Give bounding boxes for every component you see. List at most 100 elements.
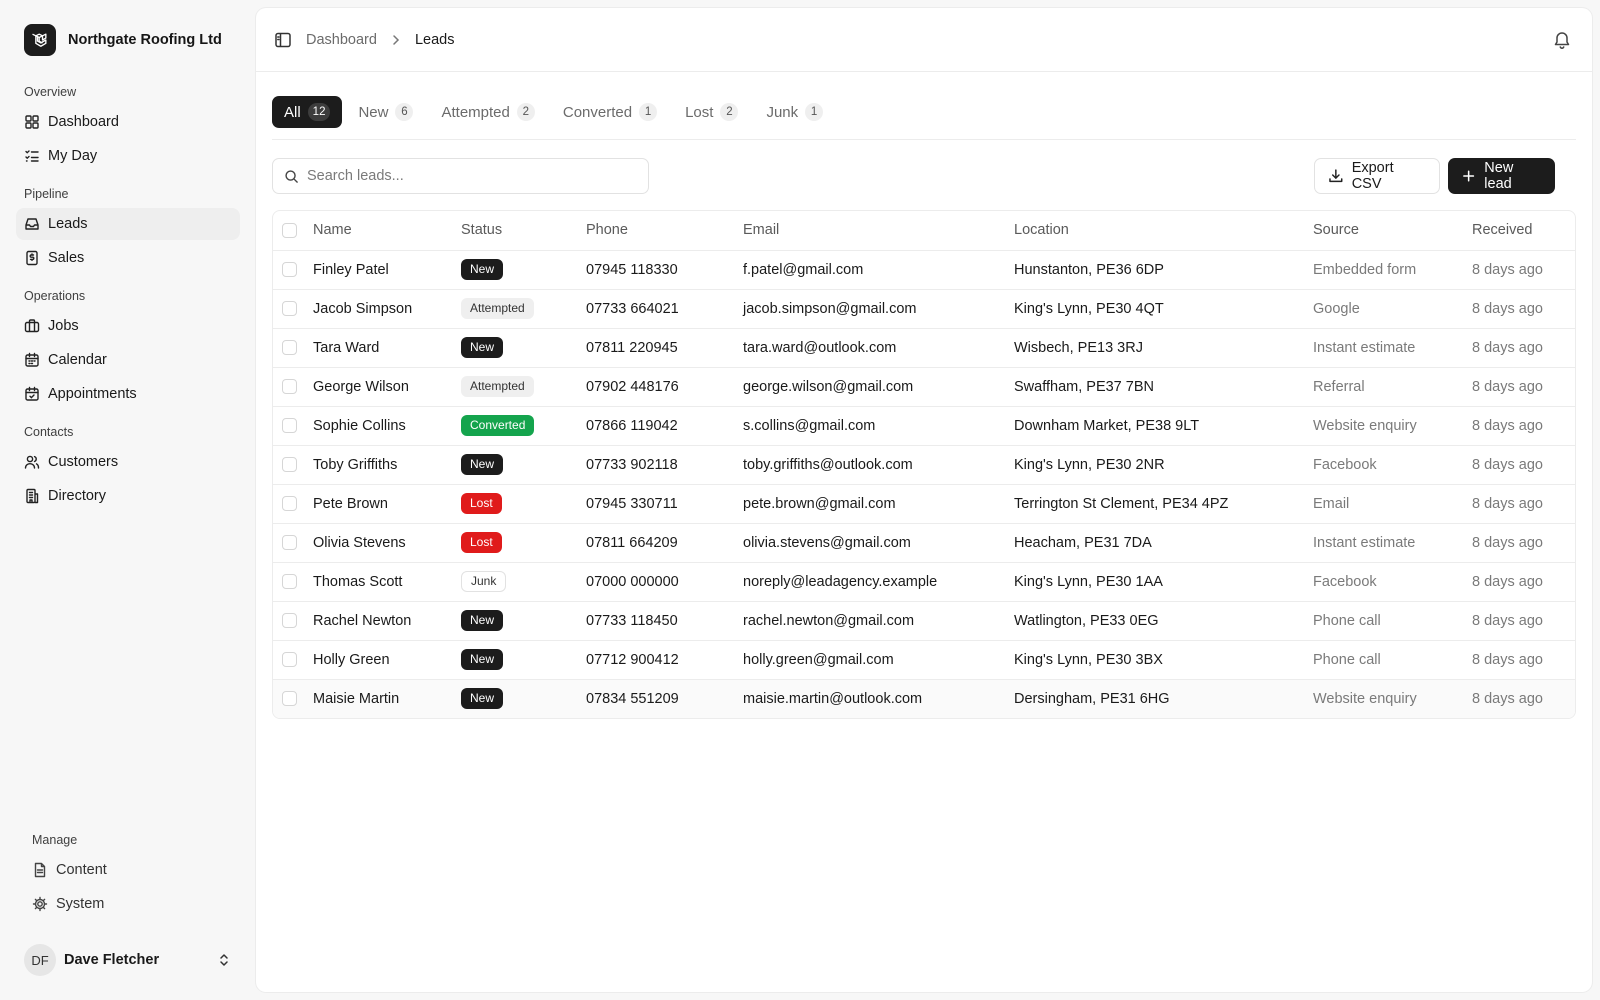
status-badge: Attempted: [461, 376, 534, 397]
topbar: Dashboard Leads: [256, 8, 1592, 72]
table-row[interactable]: Olivia Stevens Lost 07811 664209 olivia.ste…: [273, 523, 1575, 563]
cell-source: Facebook: [1313, 445, 1472, 485]
column-header-status[interactable]: Status: [461, 211, 586, 251]
row-checkbox[interactable]: [282, 652, 297, 667]
column-header-received[interactable]: Received: [1472, 211, 1575, 251]
brand[interactable]: Northgate Roofing Ltd: [24, 24, 222, 56]
sidebar-item-jobs[interactable]: Jobs: [16, 310, 240, 342]
table-row[interactable]: Rachel Newton New 07733 118450 rachel.newto…: [273, 601, 1575, 641]
sidebar-item-dashboard[interactable]: Dashboard: [16, 106, 240, 138]
table-row[interactable]: Maisie Martin New 07834 551209 maisie.marti…: [273, 679, 1575, 718]
sidebar-toggle-icon[interactable]: [274, 31, 292, 49]
table-row[interactable]: Finley Patel New 07945 118330 f.patel@gmail…: [273, 250, 1575, 290]
table-row[interactable]: Jacob Simpson Attempted 07733 664021 jacob.…: [273, 289, 1575, 329]
list-checks-icon: [24, 148, 40, 164]
table-row[interactable]: Sophie Collins Converted 07866 119042 s.col…: [273, 406, 1575, 446]
cell-status: New: [461, 250, 586, 290]
cell-name: Maisie Martin: [313, 679, 461, 718]
row-select-cell: [273, 289, 313, 329]
column-header-location[interactable]: Location: [1014, 211, 1313, 251]
cell-received: 8 days ago: [1472, 640, 1575, 680]
cell-phone: 07733 664021: [586, 289, 743, 329]
column-header-source[interactable]: Source: [1313, 211, 1472, 251]
row-checkbox[interactable]: [282, 418, 297, 433]
row-checkbox[interactable]: [282, 613, 297, 628]
status-badge: New: [461, 259, 504, 280]
sidebar-item-calendar[interactable]: Calendar: [16, 344, 240, 376]
export-csv-button[interactable]: Export CSV: [1314, 158, 1440, 194]
cell-source: Instant estimate: [1313, 328, 1472, 368]
row-checkbox[interactable]: [282, 457, 297, 472]
row-checkbox[interactable]: [282, 691, 297, 707]
sidebar-item-label: Leads: [48, 216, 88, 232]
user-name: Dave Fletcher: [64, 952, 160, 968]
table-row[interactable]: George Wilson Attempted 07902 448176 george…: [273, 367, 1575, 407]
cell-email: holly.green@gmail.com: [743, 640, 1014, 680]
bell-icon[interactable]: [1552, 30, 1572, 50]
tab-label: Converted: [562, 103, 633, 121]
tab-all[interactable]: All 12: [272, 96, 343, 128]
table-row[interactable]: Holly Green New 07712 900412 holly.green@gm…: [273, 640, 1575, 680]
cell-source: Facebook: [1313, 562, 1472, 602]
row-checkbox[interactable]: [282, 574, 297, 589]
column-header-email[interactable]: Email: [743, 211, 1014, 251]
column-header-phone[interactable]: Phone: [586, 211, 743, 251]
tab-count-badge: 1: [639, 103, 658, 121]
row-checkbox[interactable]: [282, 340, 297, 355]
search-input[interactable]: [307, 168, 627, 184]
row-checkbox[interactable]: [282, 379, 297, 394]
user-menu[interactable]: DF Dave Fletcher: [24, 944, 232, 976]
sidebar-item-label: Customers: [48, 454, 119, 470]
tab-lost[interactable]: Lost 2: [673, 96, 750, 128]
tab-count-badge: 6: [395, 103, 414, 121]
row-checkbox[interactable]: [282, 301, 297, 316]
row-checkbox[interactable]: [282, 262, 297, 277]
sidebar-item-directory[interactable]: Directory: [16, 480, 240, 512]
status-badge: New: [461, 649, 504, 670]
table-row[interactable]: Tara Ward New 07811 220945 tara.ward@outloo…: [273, 328, 1575, 368]
tab-count-badge: 2: [516, 103, 535, 121]
tab-converted[interactable]: Converted 1: [551, 96, 669, 128]
file-text-icon: [32, 862, 48, 878]
sidebar-item-leads[interactable]: Leads: [16, 208, 240, 240]
column-header-name[interactable]: Name: [313, 211, 461, 251]
cell-name: Jacob Simpson: [313, 289, 461, 329]
nav-group-label: Pipeline: [24, 187, 69, 201]
cell-phone: 07902 448176: [586, 367, 743, 407]
sidebar-item-customers[interactable]: Customers: [16, 446, 240, 478]
tab-attempted[interactable]: Attempted 2: [429, 96, 546, 128]
users-icon: [24, 454, 40, 470]
breadcrumb-dashboard[interactable]: Dashboard: [306, 32, 377, 48]
cell-status: New: [461, 601, 586, 641]
row-checkbox[interactable]: [282, 496, 297, 511]
sidebar-item-content[interactable]: Content: [24, 854, 240, 886]
cell-source: Embedded form: [1313, 250, 1472, 290]
table-row[interactable]: Pete Brown Lost 07945 330711 pete.brown@gma…: [273, 484, 1575, 524]
search-box[interactable]: [272, 158, 649, 194]
sidebar-item-label: Directory: [48, 488, 107, 504]
cell-name: Finley Patel: [313, 250, 461, 290]
row-checkbox[interactable]: [282, 535, 297, 550]
cell-received: 8 days ago: [1472, 562, 1575, 602]
cell-email: george.wilson@gmail.com: [743, 367, 1014, 407]
table-row[interactable]: Toby Griffiths New 07733 902118 toby.griffi…: [273, 445, 1575, 485]
cell-location: Heacham, PE31 7DA: [1014, 523, 1313, 563]
sidebar: Northgate Roofing Ltd Overview Dashboard…: [0, 0, 255, 1000]
cell-phone: 07733 902118: [586, 445, 743, 485]
tab-new[interactable]: New 6: [346, 96, 425, 128]
new-lead-button[interactable]: New lead: [1448, 158, 1555, 194]
sidebar-item-appointments[interactable]: Appointments: [16, 378, 240, 410]
tab-junk[interactable]: Junk 1: [754, 96, 835, 128]
nav-group-label: Operations: [24, 289, 86, 303]
cell-received: 8 days ago: [1472, 601, 1575, 641]
cell-source: Google: [1313, 289, 1472, 329]
table-row[interactable]: Thomas Scott Junk 07000 000000 noreply@lead…: [273, 562, 1575, 602]
select-all-checkbox[interactable]: [282, 222, 297, 238]
sidebar-item-sales[interactable]: Sales: [16, 242, 240, 274]
cell-phone: 07733 118450: [586, 601, 743, 641]
sidebar-item-my-day[interactable]: My Day: [16, 140, 240, 172]
sidebar-item-label: Jobs: [48, 318, 79, 334]
cell-source: Referral: [1313, 367, 1472, 407]
cell-email: olivia.stevens@gmail.com: [743, 523, 1014, 563]
sidebar-item-system[interactable]: System: [24, 888, 240, 920]
